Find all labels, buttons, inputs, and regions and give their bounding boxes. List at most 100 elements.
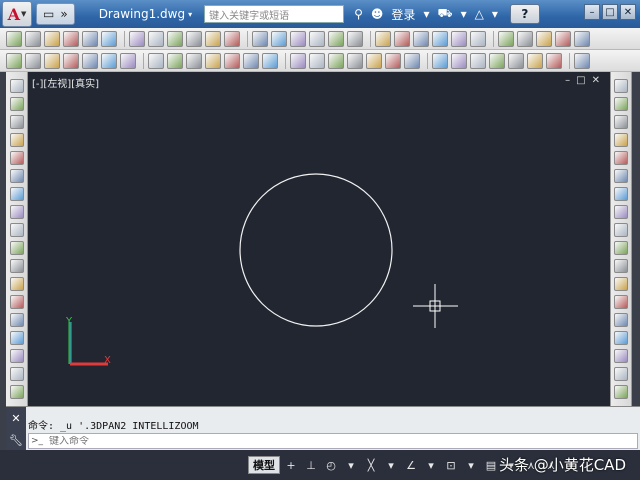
tool-icon[interactable] — [271, 30, 287, 47]
tool-icon[interactable] — [205, 30, 221, 47]
close-icon[interactable]: ✕ — [11, 412, 20, 425]
tool-icon[interactable] — [167, 52, 183, 69]
tool-icon[interactable] — [9, 295, 24, 309]
tool-icon[interactable] — [44, 30, 60, 47]
tool-icon[interactable] — [9, 205, 24, 219]
tool-icon[interactable] — [614, 79, 628, 93]
tool-icon[interactable] — [517, 30, 533, 47]
tool-icon[interactable] — [9, 349, 24, 363]
tool-icon[interactable] — [290, 30, 306, 47]
tool-icon[interactable] — [9, 151, 24, 165]
tool-icon[interactable] — [9, 187, 24, 201]
tool-icon[interactable] — [6, 30, 22, 47]
tool-icon[interactable] — [82, 52, 98, 69]
chevron-down-icon[interactable]: ▾ — [462, 456, 480, 474]
tool-icon[interactable] — [614, 97, 628, 111]
tool-icon[interactable] — [25, 30, 41, 47]
tool-icon[interactable] — [25, 52, 41, 69]
search-box[interactable]: 键入关键字或短语 — [204, 5, 345, 23]
tool-icon[interactable] — [432, 52, 448, 69]
triangle-icon[interactable]: △ — [475, 7, 484, 21]
tool-icon[interactable] — [9, 367, 24, 381]
model-tab-button[interactable]: 模型 — [248, 456, 280, 474]
polar-icon[interactable]: ◴ — [322, 456, 340, 474]
tool-icon[interactable] — [614, 241, 628, 255]
close-button[interactable]: ✕ — [620, 4, 636, 20]
help-button[interactable]: ? — [509, 4, 540, 24]
tool-icon[interactable] — [508, 52, 524, 69]
tool-icon[interactable] — [614, 151, 628, 165]
tool-icon[interactable] — [536, 30, 552, 47]
binoculars-icon[interactable]: ⚲ — [354, 7, 363, 21]
tool-icon[interactable] — [9, 97, 24, 111]
tool-icon[interactable] — [224, 52, 240, 69]
tool-icon[interactable] — [148, 52, 164, 69]
tool-icon[interactable] — [614, 349, 628, 363]
command-input[interactable] — [49, 435, 449, 447]
grid-icon[interactable]: + — [282, 456, 300, 474]
tool-icon[interactable] — [148, 30, 164, 47]
application-menu-button[interactable]: A ▼ — [2, 1, 32, 27]
tool-icon[interactable] — [527, 52, 543, 69]
tool-icon[interactable] — [347, 52, 363, 69]
tool-icon[interactable] — [404, 52, 420, 69]
tool-icon[interactable] — [614, 205, 628, 219]
tool-icon[interactable] — [9, 277, 24, 291]
chevron-down-icon[interactable]: ▾ — [423, 7, 429, 21]
tool-icon[interactable] — [614, 223, 628, 237]
command-prompt-icon[interactable]: >_ — [31, 436, 49, 446]
tool-icon[interactable] — [451, 30, 467, 47]
tool-icon[interactable] — [9, 169, 24, 183]
object-snap-icon[interactable]: ⊡ — [442, 456, 460, 474]
tool-icon[interactable] — [101, 30, 117, 47]
tool-icon[interactable] — [614, 367, 628, 381]
tool-icon[interactable] — [555, 30, 571, 47]
login-link[interactable]: 登录 — [391, 6, 415, 23]
tool-icon[interactable] — [546, 52, 562, 69]
chevron-down-icon[interactable]: ▾ — [382, 456, 400, 474]
chevron-down-icon[interactable]: ▾ — [461, 7, 467, 21]
maximize-button[interactable]: □ — [602, 4, 618, 20]
user-icon[interactable]: ☻ — [371, 7, 384, 21]
tool-icon[interactable] — [347, 30, 363, 47]
tool-icon[interactable] — [63, 52, 79, 69]
snap-tracking-icon[interactable]: ∠ — [402, 456, 420, 474]
lineweight-icon[interactable]: ▤ — [482, 456, 500, 474]
tool-icon[interactable] — [394, 30, 410, 47]
tool-icon[interactable] — [470, 52, 486, 69]
tool-icon[interactable] — [413, 30, 429, 47]
chevron-down-icon[interactable]: ▾ — [188, 10, 192, 19]
tool-icon[interactable] — [63, 30, 79, 47]
tool-icon[interactable] — [9, 331, 24, 345]
tool-icon[interactable] — [205, 52, 221, 69]
tool-icon[interactable] — [44, 52, 60, 69]
isodraft-icon[interactable]: ╳ — [362, 456, 380, 474]
tool-icon[interactable] — [309, 52, 325, 69]
chevron-down-icon[interactable]: ▾ — [342, 456, 360, 474]
tool-icon[interactable] — [614, 187, 628, 201]
tool-icon[interactable] — [82, 30, 98, 47]
tool-icon[interactable] — [186, 30, 202, 47]
tool-icon[interactable] — [451, 52, 467, 69]
tool-icon[interactable] — [6, 52, 22, 69]
tool-icon[interactable] — [385, 52, 401, 69]
tool-icon[interactable] — [375, 30, 391, 47]
tool-icon[interactable] — [366, 52, 382, 69]
ortho-icon[interactable]: ⊥ — [302, 456, 320, 474]
tool-icon[interactable] — [129, 30, 145, 47]
tool-icon[interactable] — [614, 295, 628, 309]
tool-icon[interactable] — [262, 52, 278, 69]
tool-icon[interactable] — [101, 52, 117, 69]
tool-icon[interactable] — [328, 30, 344, 47]
tool-icon[interactable] — [290, 52, 306, 69]
tool-icon[interactable] — [186, 52, 202, 69]
tool-icon[interactable] — [9, 385, 24, 399]
chevron-down-icon[interactable]: ▾ — [492, 7, 498, 21]
tool-icon[interactable] — [167, 30, 183, 47]
cart-icon[interactable]: ⛟ — [437, 6, 452, 22]
tool-icon[interactable] — [614, 385, 628, 399]
tool-icon[interactable] — [9, 79, 24, 93]
tool-icon[interactable] — [470, 30, 486, 47]
expand-toolbar-icon[interactable]: » — [60, 7, 67, 21]
tool-icon[interactable] — [243, 52, 259, 69]
